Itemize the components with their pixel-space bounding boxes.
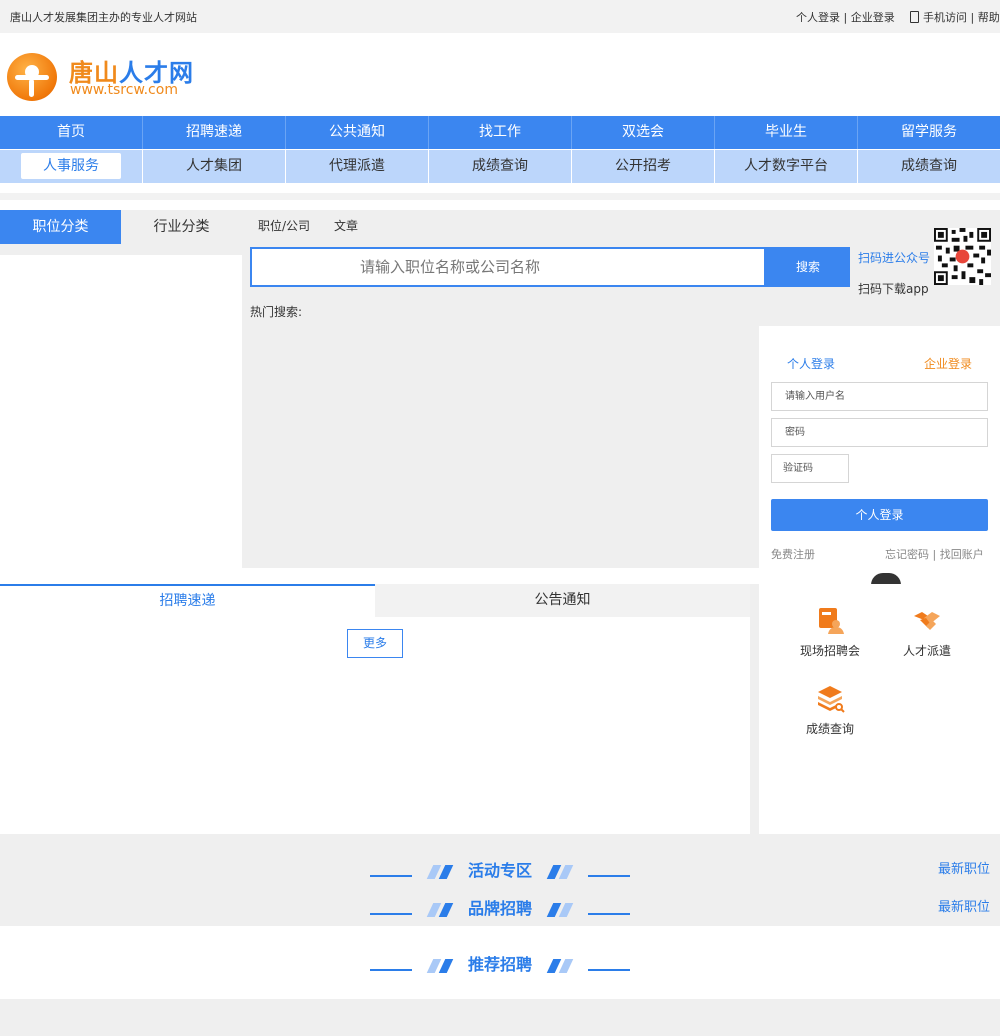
nav2-item-score-query[interactable]: 成绩查询 xyxy=(429,150,572,183)
find-account-link[interactable]: 找回账户 xyxy=(940,548,984,561)
login-panel: 个人登录 企业登录 请输入用户名 密码 验证码 个人登录 免费注册 忘记密码 |… xyxy=(759,326,1000,568)
top-personal-login-link[interactable]: 个人登录 xyxy=(796,11,840,24)
brand-zone-title: 品牌招聘 xyxy=(0,895,1000,919)
nav2-item-digital-platform[interactable]: 人才数字平台 xyxy=(715,150,858,183)
nav-item-find-job[interactable]: 找工作 xyxy=(429,116,572,149)
nav-item-public-notice[interactable]: 公共通知 xyxy=(286,116,429,149)
top-login-links: 个人登录 | 企业登录 xyxy=(796,9,895,25)
logo-url: www.tsrcw.com xyxy=(70,82,178,98)
primary-nav: 首页 招聘速递 公共通知 找工作 双选会 毕业生 留学服务 xyxy=(0,116,1000,149)
recommend-zone-title: 推荐招聘 xyxy=(0,951,1000,975)
service-label: 现场招聘会 xyxy=(799,644,860,658)
hot-search-label: 热门搜索: xyxy=(250,305,303,319)
job-fair-icon xyxy=(819,608,844,634)
column-divider xyxy=(750,584,759,834)
recommend-zone-label: 推荐招聘 xyxy=(467,955,532,974)
search-button[interactable]: 搜索 xyxy=(766,247,850,287)
activity-zone-title: 活动专区 xyxy=(0,857,1000,881)
search-input[interactable]: 请输入职位名称或公司名称 xyxy=(250,247,766,287)
divider-band xyxy=(0,193,1000,200)
qr-wechat-label[interactable]: 扫码进公众号 xyxy=(858,249,930,266)
tab-announcements[interactable]: 公告通知 xyxy=(375,584,750,617)
services-panel: 现场招聘会 人才派遣 成绩查询 xyxy=(759,584,1000,834)
category-tabs: 职位分类 行业分类 xyxy=(0,210,242,244)
login-tab-company[interactable]: 企业登录 xyxy=(924,355,972,372)
logo-emblem-icon xyxy=(7,53,57,101)
top-company-login-link[interactable]: 企业登录 xyxy=(851,11,895,24)
username-field[interactable]: 请输入用户名 xyxy=(771,382,988,411)
news-panel xyxy=(0,584,750,834)
personal-login-button[interactable]: 个人登录 xyxy=(771,499,988,531)
captcha-placeholder: 验证码 xyxy=(783,463,813,474)
username-placeholder: 请输入用户名 xyxy=(785,391,845,402)
service-score-query[interactable]: 成绩查询 xyxy=(785,684,875,737)
nav2-active-label: 人事服务 xyxy=(21,153,121,179)
login-tab-personal[interactable]: 个人登录 xyxy=(787,355,835,372)
nav-item-job-fair[interactable]: 双选会 xyxy=(572,116,715,149)
nav-item-recruit-express[interactable]: 招聘速递 xyxy=(143,116,286,149)
nav2-item-score-query-2[interactable]: 成绩查询 xyxy=(858,150,1000,183)
nav2-item-agency-dispatch[interactable]: 代理派遣 xyxy=(286,150,429,183)
qr-app-label: 扫码下载app xyxy=(858,282,929,296)
top-separator-2: | xyxy=(967,11,978,24)
secondary-nav: 人事服务 人才集团 代理派遣 成绩查询 公开招考 人才数字平台 成绩查询 xyxy=(0,150,1000,183)
news-tabs: 招聘速递 公告通知 xyxy=(0,584,750,617)
brand-zone-label: 品牌招聘 xyxy=(467,899,532,918)
tab-job-category[interactable]: 职位分类 xyxy=(0,210,121,244)
latest-jobs-link-2[interactable]: 最新职位 xyxy=(938,896,990,915)
mobile-access-link[interactable]: 手机访问 xyxy=(923,11,967,24)
top-separator: | xyxy=(840,11,851,24)
search-tab-jobs[interactable]: 职位/公司 xyxy=(258,219,310,233)
captcha-field[interactable]: 验证码 xyxy=(771,454,849,483)
nav-item-home[interactable]: 首页 xyxy=(0,116,143,149)
nav2-item-public-exam[interactable]: 公开招考 xyxy=(572,150,715,183)
activity-zone-label: 活动专区 xyxy=(467,861,532,880)
forgot-password-link[interactable]: 忘记密码 xyxy=(885,548,929,561)
nav-item-graduates[interactable]: 毕业生 xyxy=(715,116,858,149)
phone-icon xyxy=(910,11,919,23)
account-recovery-links: 忘记密码 | 找回账户 xyxy=(885,546,984,562)
service-talent-dispatch[interactable]: 人才派遣 xyxy=(882,606,972,659)
search-type-tabs: 职位/公司 文章 xyxy=(258,217,382,234)
qr-code-icon xyxy=(934,228,991,285)
register-link[interactable]: 免费注册 xyxy=(771,546,815,562)
bottom-band xyxy=(0,999,1000,1036)
nav-item-study-abroad[interactable]: 留学服务 xyxy=(858,116,1000,149)
top-bar: 唐山人才发展集团主办的专业人才网站 个人登录 | 企业登录 手机访问 | 帮助 xyxy=(0,0,1000,33)
top-mobile-links: 手机访问 | 帮助 xyxy=(910,9,1000,25)
nav2-item-talent-group[interactable]: 人才集团 xyxy=(143,150,286,183)
password-field[interactable]: 密码 xyxy=(771,418,988,447)
help-link[interactable]: 帮助 xyxy=(978,11,1000,24)
service-label: 成绩查询 xyxy=(805,722,854,736)
category-panel xyxy=(0,255,242,568)
tab-industry-category[interactable]: 行业分类 xyxy=(121,210,242,244)
service-label: 人才派遣 xyxy=(902,644,951,658)
tab-recruit-express[interactable]: 招聘速递 xyxy=(0,584,375,617)
password-placeholder: 密码 xyxy=(785,427,805,438)
more-button[interactable]: 更多 xyxy=(347,629,403,658)
site-slogan: 唐山人才发展集团主办的专业人才网站 xyxy=(10,11,197,24)
stack-search-icon xyxy=(818,686,845,713)
service-job-fair[interactable]: 现场招聘会 xyxy=(785,606,875,659)
handshake-icon xyxy=(914,612,940,630)
latest-jobs-link-1[interactable]: 最新职位 xyxy=(938,858,990,877)
recovery-separator: | xyxy=(929,548,940,561)
search-tab-articles[interactable]: 文章 xyxy=(334,219,358,233)
site-logo[interactable]: 唐山人才网 www.tsrcw.com xyxy=(7,51,197,101)
nav2-item-hr-service[interactable]: 人事服务 xyxy=(0,150,143,183)
